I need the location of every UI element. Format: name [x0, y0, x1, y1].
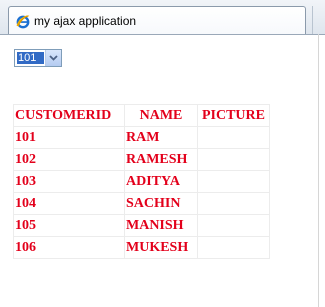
table-row: 101 RAM	[13, 126, 270, 149]
cell-name: SACHIN	[124, 192, 198, 215]
cell-name: RAM	[124, 126, 198, 149]
cell-customerid: 101	[13, 126, 125, 149]
cell-picture	[197, 236, 270, 259]
table-row: 106 MUKESH	[13, 236, 270, 259]
header-picture: PICTURE	[197, 104, 270, 127]
table-row: 105 MANISH	[13, 214, 270, 237]
chevron-down-icon[interactable]	[45, 50, 61, 66]
header-customerid: CUSTOMERID	[13, 104, 125, 127]
cell-customerid: 106	[13, 236, 125, 259]
cell-customerid: 103	[13, 170, 125, 193]
tab-strip: my ajax application	[0, 0, 325, 35]
table-row: 104 SACHIN	[13, 192, 270, 215]
cell-name: ADITYA	[124, 170, 198, 193]
customer-id-select[interactable]: 101	[14, 49, 62, 67]
cell-name: MUKESH	[124, 236, 198, 259]
cell-picture	[197, 148, 270, 171]
cell-picture	[197, 214, 270, 237]
window-right-edge	[318, 34, 319, 307]
header-name: NAME	[124, 104, 198, 127]
table-header-row: CUSTOMERID NAME PICTURE	[13, 104, 270, 127]
cell-customerid: 105	[13, 214, 125, 237]
cell-picture	[197, 192, 270, 215]
cell-name: MANISH	[124, 214, 198, 237]
tab-strip-edge	[312, 6, 313, 34]
cell-picture	[197, 126, 270, 149]
cell-customerid: 102	[13, 148, 125, 171]
cell-customerid: 104	[13, 192, 125, 215]
chevron-down-glyph	[49, 55, 58, 61]
cell-picture	[197, 170, 270, 193]
table-row: 103 ADITYA	[13, 170, 270, 193]
customer-table: CUSTOMERID NAME PICTURE 101 RAM 102 RAME…	[13, 104, 270, 259]
cell-name: RAMESH	[124, 148, 198, 171]
tab-title: my ajax application	[34, 13, 137, 28]
select-value: 101	[17, 52, 44, 64]
browser-tab[interactable]: my ajax application	[8, 6, 306, 34]
table-row: 102 RAMESH	[13, 148, 270, 171]
ie-browser-icon	[16, 14, 30, 28]
